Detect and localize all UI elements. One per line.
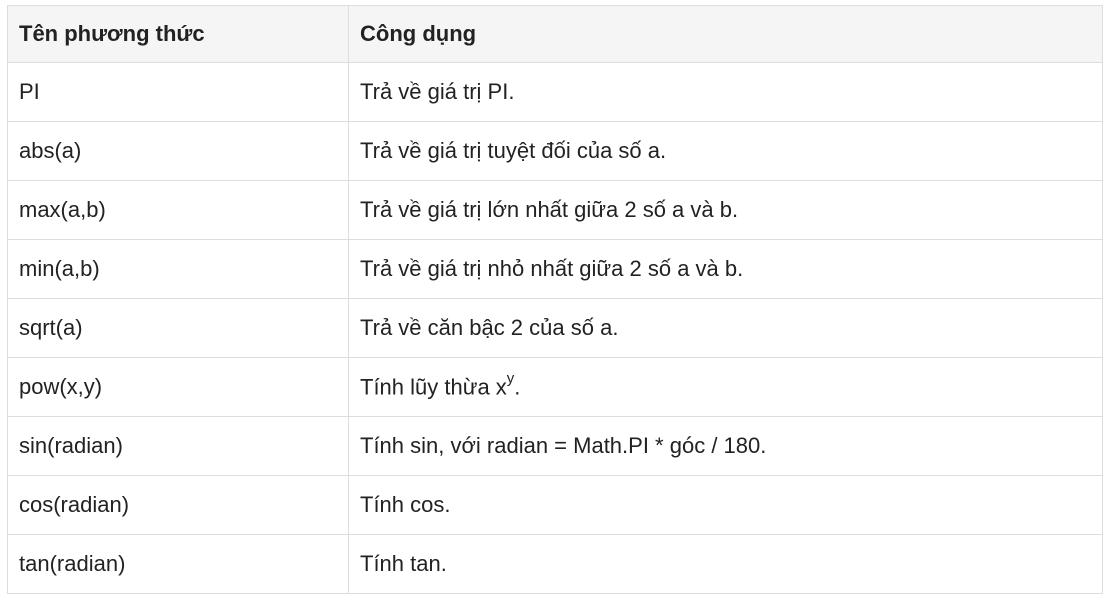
method-usage-cell: Tính sin, với radian = Math.PI * góc / 1… [348,416,1103,476]
column-header-method-name: Tên phương thức [7,5,349,63]
methods-table-container: Tên phương thức Công dụng PI Trả về giá … [7,5,1103,594]
usage-text-end: . [514,374,521,400]
method-usage-cell: Tính lũy thừa xy. [348,357,1103,417]
table-row: abs(a) Trả về giá trị tuyệt đối của số a… [7,121,1103,181]
table-header-row: Tên phương thức Công dụng [7,5,1103,63]
method-name-cell: sin(radian) [7,416,349,476]
method-usage-cell: Trả về giá trị tuyệt đối của số a. [348,121,1103,181]
table-row: tan(radian) Tính tan. [7,534,1103,594]
methods-table: Tên phương thức Công dụng PI Trả về giá … [7,5,1103,594]
table-row: max(a,b) Trả về giá trị lớn nhất giữa 2 … [7,180,1103,240]
table-row: cos(radian) Tính cos. [7,475,1103,535]
method-usage-cell: Tính tan. [348,534,1103,594]
method-name-cell: min(a,b) [7,239,349,299]
method-name-cell: pow(x,y) [7,357,349,417]
method-name-cell: cos(radian) [7,475,349,535]
table-row: sqrt(a) Trả về căn bậc 2 của số a. [7,298,1103,358]
method-usage-cell: Trả về giá trị nhỏ nhất giữa 2 số a và b… [348,239,1103,299]
method-usage-cell: Trả về căn bậc 2 của số a. [348,298,1103,358]
column-header-usage: Công dụng [348,5,1103,63]
method-name-cell: sqrt(a) [7,298,349,358]
table-row: PI Trả về giá trị PI. [7,62,1103,122]
exponent-superscript: y [506,370,515,388]
method-name-cell: tan(radian) [7,534,349,594]
table-row: min(a,b) Trả về giá trị nhỏ nhất giữa 2 … [7,239,1103,299]
method-name-cell: abs(a) [7,121,349,181]
table-row: sin(radian) Tính sin, với radian = Math.… [7,416,1103,476]
method-usage-cell: Trả về giá trị PI. [348,62,1103,122]
method-usage-cell: Tính cos. [348,475,1103,535]
table-row: pow(x,y) Tính lũy thừa xy. [7,357,1103,417]
usage-text: Tính lũy thừa x [360,374,507,400]
method-name-cell: max(a,b) [7,180,349,240]
method-name-cell: PI [7,62,349,122]
method-usage-cell: Trả về giá trị lớn nhất giữa 2 số a và b… [348,180,1103,240]
